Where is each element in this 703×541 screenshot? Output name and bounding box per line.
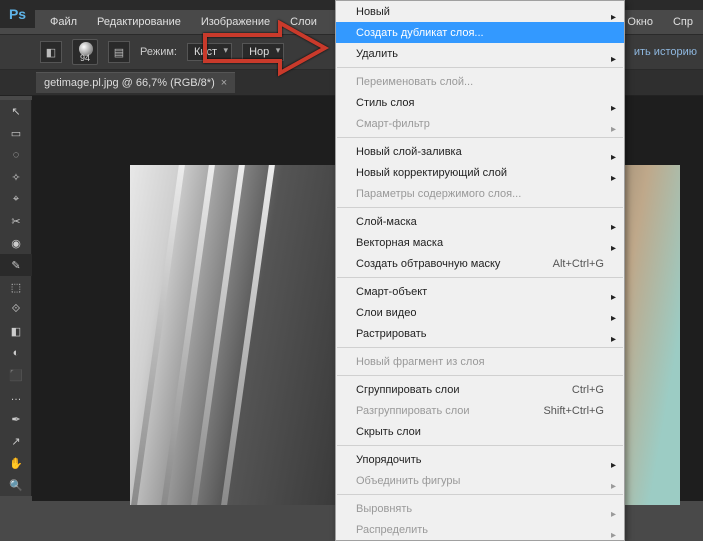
hand-tool[interactable]: ✋	[0, 452, 32, 474]
menu-item: Переименовать слой...	[336, 71, 624, 92]
menu-item-label: Новый	[356, 6, 390, 18]
menu-item-label: Новый корректирующий слой	[356, 167, 507, 179]
menu-item-label: Распределить	[356, 524, 428, 536]
menu-item-label: Слои видео	[356, 307, 416, 319]
menu-item-label: Разгруппировать слои	[356, 405, 470, 417]
menu-edit[interactable]: Редактирование	[87, 16, 191, 28]
menu-item-label: Переименовать слой...	[356, 76, 473, 88]
menu-item: Новый фрагмент из слоя	[336, 351, 624, 372]
menu-item-label: Скрыть слои	[356, 426, 421, 438]
menu-item[interactable]: Растрировать	[336, 323, 624, 344]
menu-item[interactable]: Векторная маска	[336, 232, 624, 253]
more-tool[interactable]: …	[0, 386, 32, 408]
menu-item: Параметры содержимого слоя...	[336, 183, 624, 204]
blur-tool[interactable]: ⬛	[0, 364, 32, 386]
menu-item[interactable]: Новый	[336, 1, 624, 22]
menu-item: Разгруппировать слои Shift+Ctrl+G	[336, 400, 624, 421]
menu-item[interactable]: Слои видео	[336, 302, 624, 323]
layers-menu-dropdown: Новый Создать дубликат слоя... Удалить Пере…	[335, 0, 625, 541]
menu-item-label: Новый фрагмент из слоя	[356, 356, 485, 368]
menu-shortcut: Alt+Ctrl+G	[553, 258, 604, 270]
menu-separator	[337, 347, 623, 348]
marquee-tool[interactable]: ▭	[0, 122, 32, 144]
crop-tool[interactable]: ⌖	[0, 188, 32, 210]
menu-separator	[337, 137, 623, 138]
history-link[interactable]: ить историю	[634, 46, 697, 58]
menu-separator	[337, 375, 623, 376]
menu-separator	[337, 207, 623, 208]
document-tab-title: getimage.pl.jpg @ 66,7% (RGB/8*)	[44, 77, 215, 89]
menu-item-label: Стиль слоя	[356, 97, 414, 109]
menu-item-label: Параметры содержимого слоя...	[356, 188, 521, 200]
eyedropper-tool[interactable]: ✂	[0, 210, 32, 232]
menu-item: Объединить фигуры	[336, 470, 624, 491]
menu-item-label: Растрировать	[356, 328, 427, 340]
mode-label: Режим:	[140, 46, 177, 58]
menu-item[interactable]: Удалить	[336, 43, 624, 64]
gradient-tool[interactable]: ◐	[0, 342, 32, 364]
menu-item-label: Новый слой-заливка	[356, 146, 462, 158]
menu-item[interactable]: Новый слой-заливка	[336, 141, 624, 162]
menu-separator	[337, 494, 623, 495]
menu-item-label: Смарт-фильтр	[356, 118, 430, 130]
menu-item[interactable]: Слой-маска	[336, 211, 624, 232]
heal-tool[interactable]: ◉	[0, 232, 32, 254]
brush-panel-icon[interactable]: ▤	[108, 41, 130, 63]
menu-item-label: Создать обтравочную маску	[356, 258, 500, 270]
path-tool[interactable]: ↗	[0, 430, 32, 452]
brush-preview[interactable]: 94	[72, 39, 98, 65]
move-tool[interactable]: ↖	[0, 100, 32, 122]
tool-preset-icon[interactable]: ◧	[40, 41, 62, 63]
menu-item[interactable]: Новый корректирующий слой	[336, 162, 624, 183]
brush-tool[interactable]: ✎	[0, 254, 32, 276]
eraser-tool[interactable]: ◧	[0, 320, 32, 342]
menu-shortcut: Ctrl+G	[572, 384, 604, 396]
menu-item-label: Слой-маска	[356, 216, 417, 228]
stamp-tool[interactable]: ⬚	[0, 276, 32, 298]
menu-item-label: Упорядочить	[356, 454, 421, 466]
menu-separator	[337, 445, 623, 446]
pen-tool[interactable]: ✒	[0, 408, 32, 430]
menu-item[interactable]: Сгруппировать слои Ctrl+G	[336, 379, 624, 400]
menu-item[interactable]: Смарт-объект	[336, 281, 624, 302]
menu-item[interactable]: Стиль слоя	[336, 92, 624, 113]
menu-item-label: Объединить фигуры	[356, 475, 460, 487]
menu-item-label: Смарт-объект	[356, 286, 427, 298]
menu-separator	[337, 277, 623, 278]
app-logo: Ps	[0, 0, 35, 28]
menu-item-label: Удалить	[356, 48, 398, 60]
menu-item[interactable]: Создать обтравочную маску Alt+Ctrl+G	[336, 253, 624, 274]
menu-item: Смарт-фильтр	[336, 113, 624, 134]
menu-item-label: Создать дубликат слоя...	[356, 27, 484, 39]
menu-item-label: Сгруппировать слои	[356, 384, 459, 396]
menu-file[interactable]: Файл	[40, 16, 87, 28]
menu-shortcut: Shift+Ctrl+G	[543, 405, 604, 417]
menu-item[interactable]: Упорядочить	[336, 449, 624, 470]
zoom-tool[interactable]: 🔍	[0, 474, 32, 496]
brush-size-value: 94	[73, 53, 97, 63]
annotation-arrow	[200, 20, 330, 83]
lasso-tool[interactable]: ◌	[0, 144, 32, 166]
menu-item-label: Выровнять	[356, 503, 412, 515]
toolbox: ↖ ▭ ◌ ✧ ⌖ ✂ ◉ ✎ ⬚ ⟐ ◧ ◐ ⬛ … ✒ ↗ ✋ 🔍	[0, 100, 32, 496]
menu-item[interactable]: Создать дубликат слоя...	[336, 22, 624, 43]
menu-separator	[337, 67, 623, 68]
history-brush-tool[interactable]: ⟐	[0, 298, 32, 320]
menu-item: Распределить	[336, 519, 624, 540]
menu-help[interactable]: Спр	[663, 16, 703, 28]
menu-item: Выровнять	[336, 498, 624, 519]
menu-item[interactable]: Скрыть слои	[336, 421, 624, 442]
menu-item-label: Векторная маска	[356, 237, 443, 249]
wand-tool[interactable]: ✧	[0, 166, 32, 188]
